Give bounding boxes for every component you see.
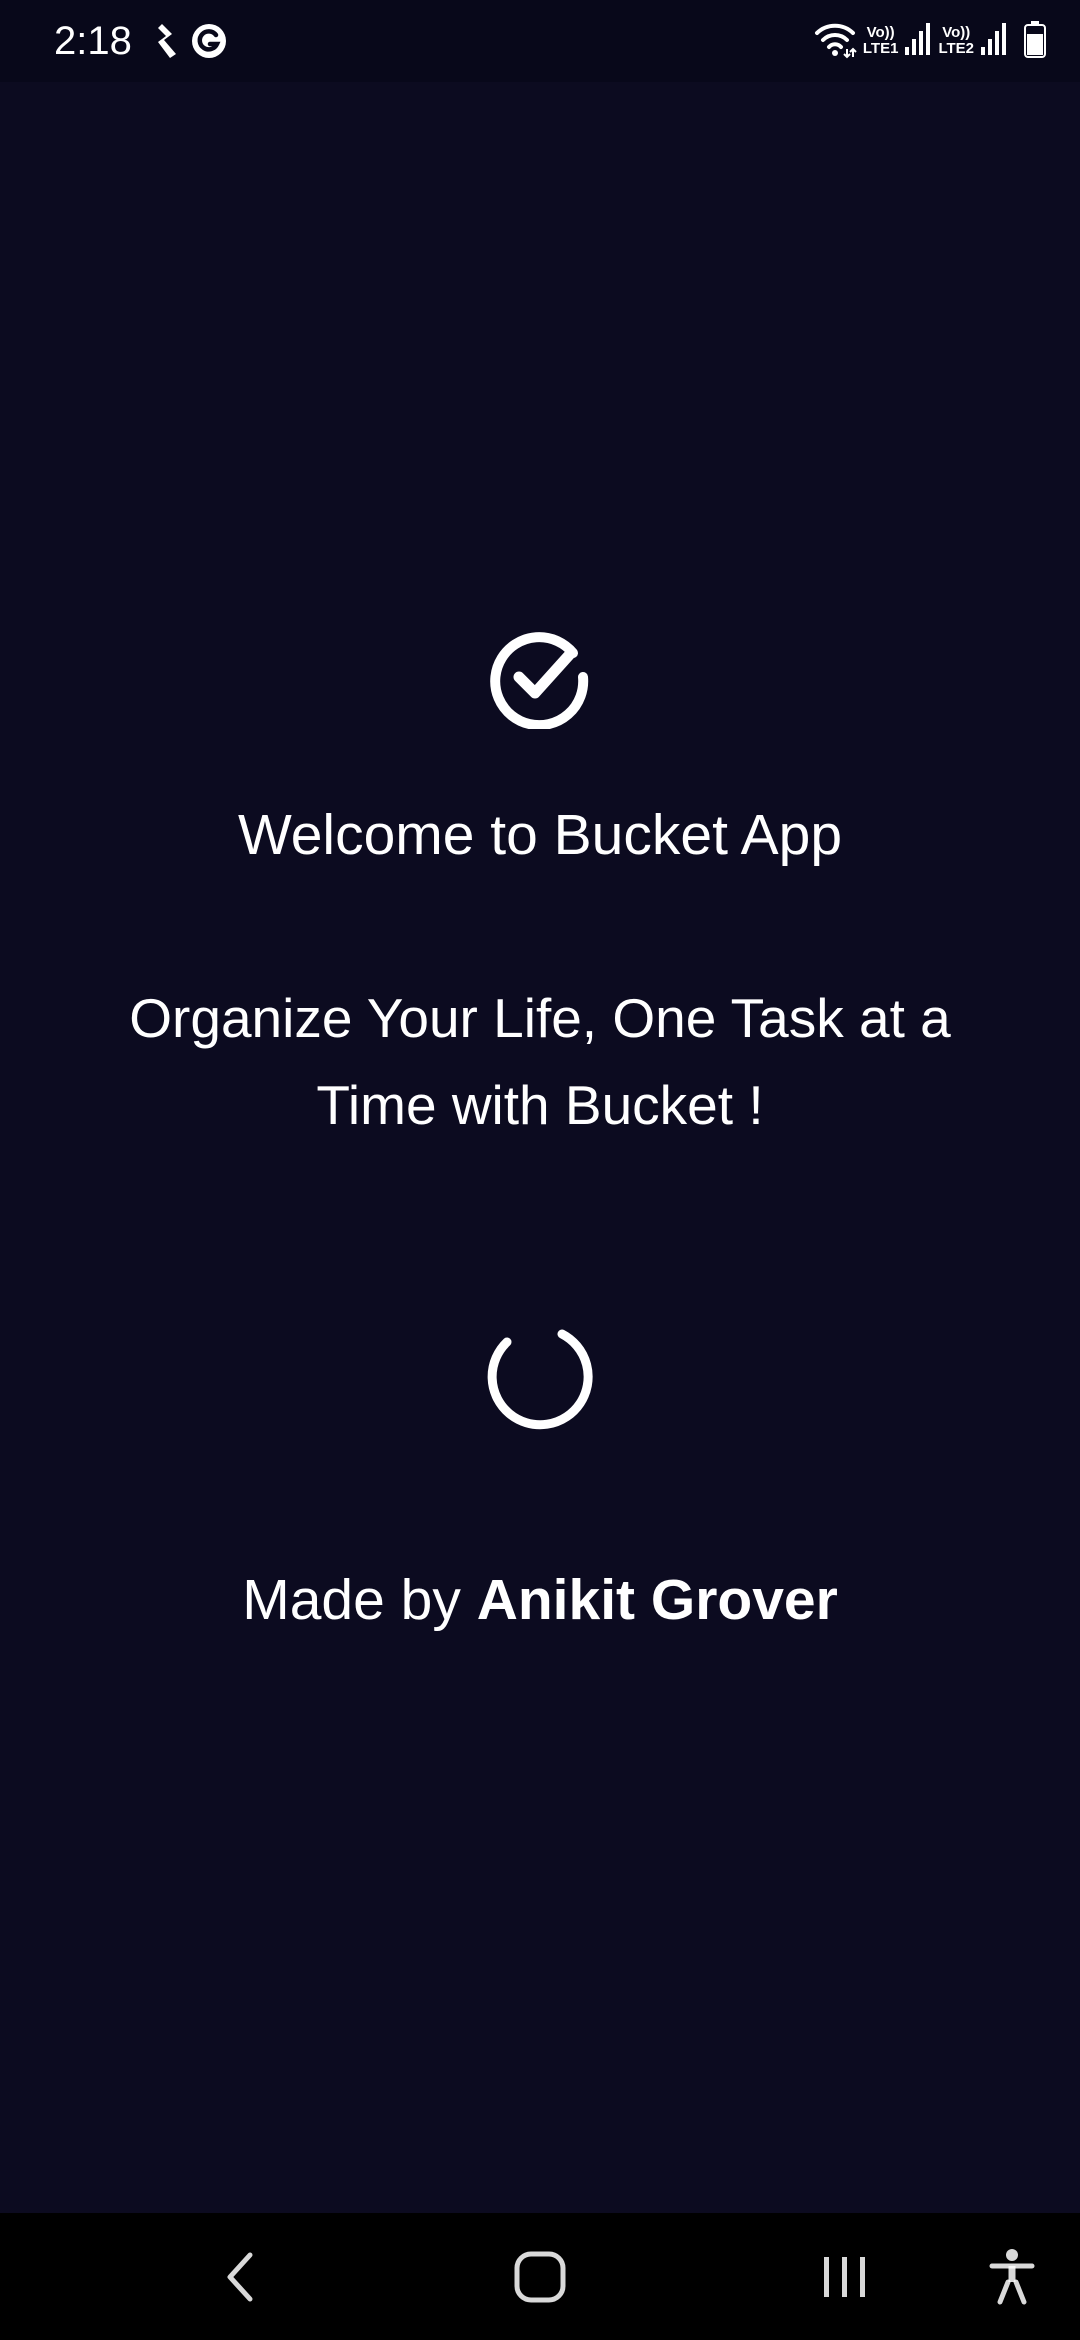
status-bar: 2:18 Vo)) LTE1 Vo)) LTE2 <box>0 0 1080 82</box>
spinner-icon <box>485 1320 595 1430</box>
tagline-text: Organize Your Life, One Task at a Time w… <box>129 987 951 1136</box>
sim2-lte-indicator: Vo)) LTE2 <box>938 24 974 57</box>
back-icon <box>227 2252 253 2302</box>
sim1-lte-indicator: Vo)) LTE1 <box>862 24 899 57</box>
credit-author-name: Anikit Grover <box>476 1568 838 1632</box>
welcome-title: Welcome to Bucket App <box>237 803 843 867</box>
splash-screen: 2:18 Vo)) LTE1 Vo)) LTE2 Welcome to Buck… <box>0 0 1080 2340</box>
home-icon <box>514 2251 566 2303</box>
status-icons: Vo)) LTE1 Vo)) LTE2 <box>813 16 1046 66</box>
home-button[interactable] <box>500 2237 580 2317</box>
battery-icon <box>1024 20 1046 63</box>
recents-icon <box>824 2257 865 2297</box>
credit-prefix: Made by <box>242 1568 461 1632</box>
recents-button[interactable] <box>804 2237 884 2317</box>
navigation-bar <box>0 2213 1080 2340</box>
accessibility-icon <box>989 2249 1035 2305</box>
signal-icon <box>904 21 932 62</box>
status-time: 2:18 <box>54 19 132 63</box>
back-button[interactable] <box>200 2237 280 2317</box>
grammarly-icon <box>188 20 230 62</box>
wifi-icon <box>813 19 857 64</box>
app-notification-icon <box>148 20 190 62</box>
credit-text: Made by Anikit Grover <box>0 1565 1080 1635</box>
accessibility-button[interactable] <box>972 2237 1052 2317</box>
signal-icon <box>980 21 1008 62</box>
check-circle-icon <box>487 623 593 731</box>
